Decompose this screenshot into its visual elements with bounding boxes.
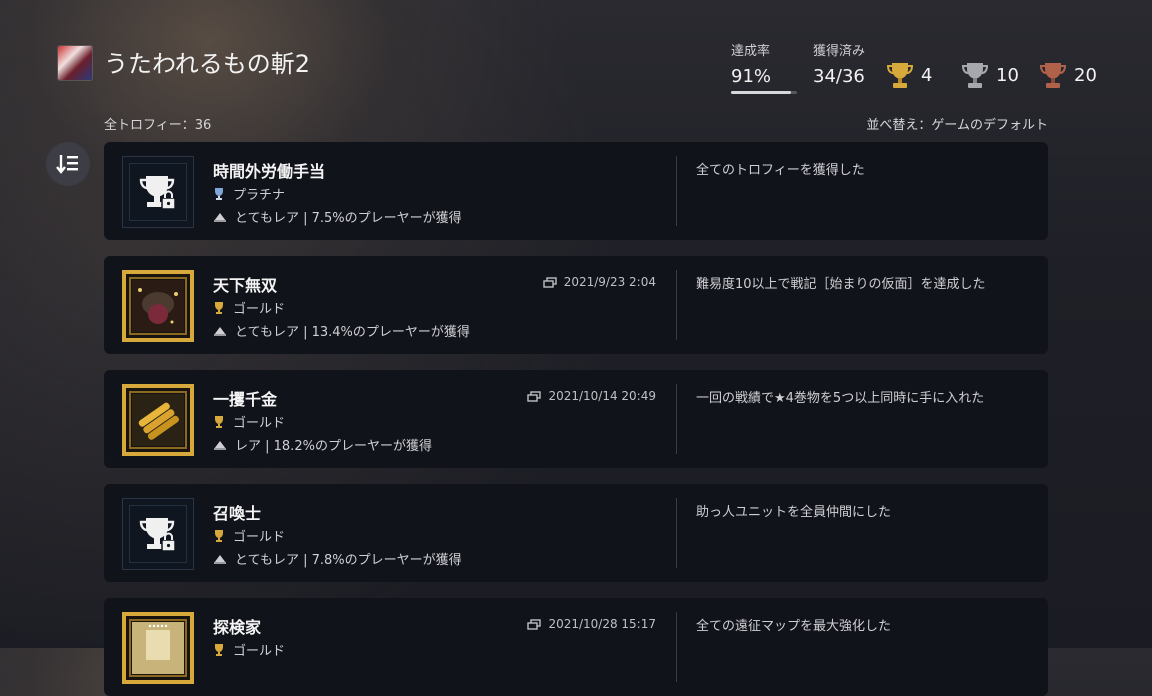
gold-trophy-count: 4: [887, 60, 932, 90]
trophy-rarity-label: とてもレア | 7.5%のプレーヤーが獲得: [235, 211, 462, 226]
divider: [676, 156, 677, 226]
trophy-description: 難易度10以上で戦記［始まりの仮面］を達成した: [696, 277, 986, 292]
earned-date-icon: [527, 390, 542, 402]
trophy-rarity-label: レア | 18.2%のプレーヤーが獲得: [235, 439, 432, 454]
gold-bars-icon: [132, 394, 184, 446]
gold-trophy-icon: [215, 643, 223, 656]
bronze-count: 20: [1074, 64, 1097, 86]
trophy-rarity-label: とてもレア | 7.8%のプレーヤーが獲得: [235, 553, 462, 568]
earned-date: 2021/9/23 2:04: [543, 275, 656, 289]
trophy-rarity: レア | 18.2%のプレーヤーが獲得: [213, 435, 432, 454]
gold-trophy-icon: [887, 63, 913, 88]
map-scroll-icon: [132, 622, 184, 674]
sort-order-label[interactable]: 並べ替え：ゲームのデフォルト: [866, 114, 1048, 133]
bronze-trophy-icon: [1040, 63, 1066, 88]
gold-trophy-icon: [215, 529, 223, 542]
gold-count: 4: [921, 64, 933, 86]
trophy-card[interactable]: 一攫千金 2021/10/14 20:49 ゴールド レア | 18.2%のプレ…: [104, 370, 1048, 468]
trophy-card[interactable]: 探検家 2021/10/28 15:17 ゴールド 全ての遠征マップを最大強化し…: [104, 598, 1048, 696]
trophy-name: 時間外労働手当: [213, 162, 326, 181]
earned-date-label: 2021/9/23 2:04: [563, 275, 656, 289]
rarity-icon: [214, 440, 226, 450]
divider: [676, 384, 677, 454]
trophy-rarity: とてもレア | 7.5%のプレーヤーが獲得: [213, 207, 462, 226]
divider: [676, 270, 677, 340]
trophy-grade-label: ゴールド: [233, 416, 286, 431]
trophy-grade: ゴールド: [213, 412, 285, 431]
completion-label: 達成率: [731, 44, 771, 59]
completion-progress-bar: [731, 91, 797, 94]
earned-date-label: 2021/10/28 15:17: [548, 617, 656, 631]
trophy-name: 探検家: [213, 618, 262, 637]
trophy-image-locked: [122, 156, 194, 228]
completion-value: 91%: [731, 66, 772, 87]
warrior-art-icon: [132, 280, 184, 332]
trophy-grade: ゴールド: [213, 298, 285, 317]
trophy-image: [122, 612, 194, 684]
trophy-grade: ゴールド: [213, 526, 285, 545]
sort-icon: [56, 155, 78, 174]
trophy-grade: プラチナ: [213, 184, 285, 203]
platinum-trophy-icon: [215, 187, 223, 200]
trophy-image: [122, 384, 194, 456]
game-cover-icon: [58, 46, 92, 80]
trophy-grade-label: ゴールド: [233, 644, 286, 659]
trophy-image-locked: [122, 498, 194, 570]
trophy-description: 助っ人ユニットを全員仲間にした: [696, 505, 892, 520]
trophy-image: [122, 270, 194, 342]
trophy-grade-label: ゴールド: [233, 530, 286, 545]
sort-button[interactable]: [46, 142, 90, 186]
total-trophies-label: 全トロフィー：36: [104, 118, 212, 133]
trophy-rarity-label: とてもレア | 13.4%のプレーヤーが獲得: [235, 325, 470, 340]
trophy-description: 全てのトロフィーを獲得した: [696, 163, 865, 178]
trophy-description: 全ての遠征マップを最大強化した: [696, 619, 892, 634]
trophy-card[interactable]: 時間外労働手当 プラチナ とてもレア | 7.5%のプレーヤーが獲得 全てのトロ…: [104, 142, 1048, 240]
earned-value: 34/36: [813, 66, 865, 87]
trophy-card[interactable]: 天下無双 2021/9/23 2:04 ゴールド とてもレア | 13.4%のプ…: [104, 256, 1048, 354]
rarity-icon: [214, 212, 226, 222]
trophy-rarity: とてもレア | 7.8%のプレーヤーが獲得: [213, 549, 462, 568]
earned-date-icon: [527, 618, 542, 630]
silver-count: 10: [996, 64, 1019, 86]
trophy-name: 天下無双: [213, 276, 278, 295]
trophy-grade-label: ゴールド: [233, 302, 286, 317]
trophy-name: 召喚士: [213, 504, 262, 523]
earned-date-label: 2021/10/14 20:49: [548, 389, 656, 403]
trophy-grade-label: プラチナ: [233, 188, 286, 203]
bronze-trophy-count: 20: [1040, 60, 1097, 90]
trophy-grade: ゴールド: [213, 640, 285, 659]
silver-trophy-count: 10: [962, 60, 1019, 90]
silver-trophy-icon: [962, 63, 988, 88]
earned-label: 獲得済み: [813, 44, 866, 59]
trophy-description: 一回の戦績で★4巻物を5つ以上同時に手に入れた: [696, 391, 985, 406]
earned-date: 2021/10/28 15:17: [527, 617, 656, 631]
rarity-icon: [214, 554, 226, 564]
earned-date: 2021/10/14 20:49: [527, 389, 656, 403]
game-title: うたわれるもの斬2: [104, 50, 311, 78]
trophy-rarity: とてもレア | 13.4%のプレーヤーが獲得: [213, 321, 470, 340]
rarity-icon: [214, 326, 226, 336]
divider: [676, 498, 677, 568]
trophy-name: 一攫千金: [213, 390, 278, 409]
divider: [676, 612, 677, 682]
earned-date-icon: [543, 276, 557, 288]
gold-trophy-icon: [215, 301, 223, 314]
trophy-card[interactable]: 召喚士 ゴールド とてもレア | 7.8%のプレーヤーが獲得 助っ人ユニットを全…: [104, 484, 1048, 582]
completion-progress-fill: [731, 91, 792, 94]
gold-trophy-icon: [215, 415, 223, 428]
